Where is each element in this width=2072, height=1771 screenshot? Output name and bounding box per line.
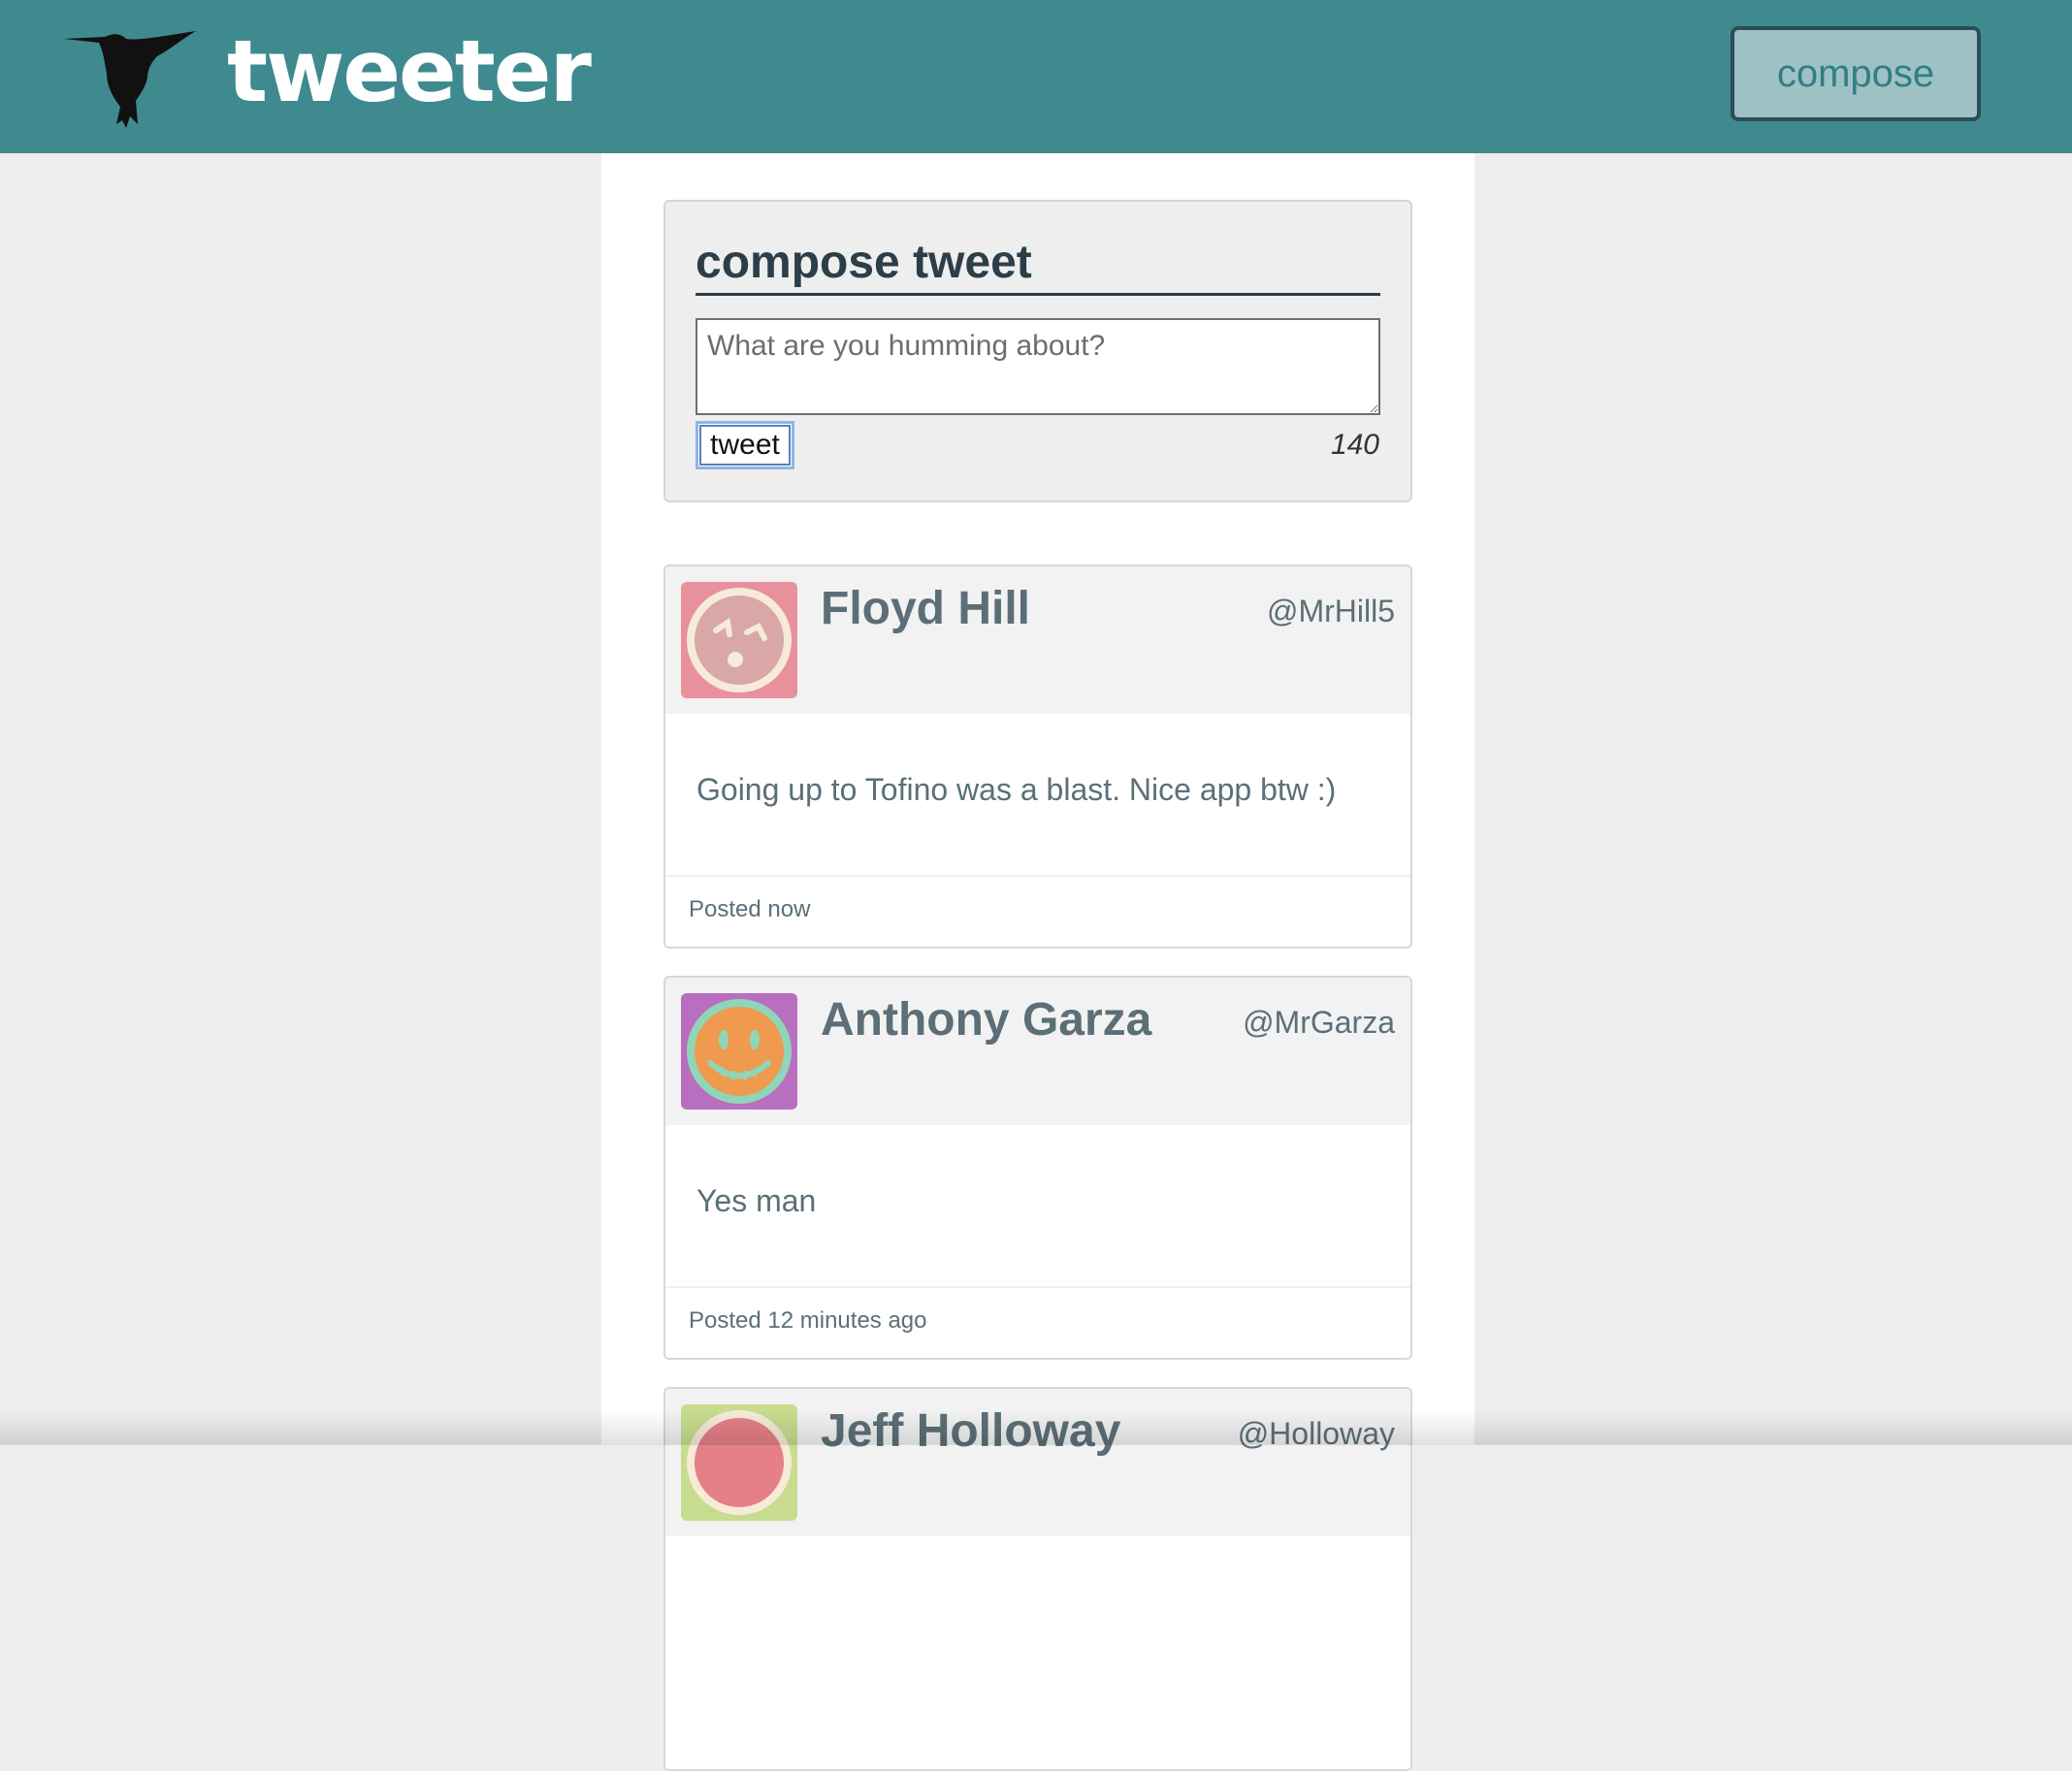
avatar	[681, 1404, 797, 1521]
avatar	[681, 582, 797, 698]
tweet-footer: Posted 12 minutes ago	[665, 1286, 1410, 1358]
tweet-submit-button[interactable]: tweet	[696, 421, 794, 469]
tweet-author-name: Jeff Holloway	[821, 1405, 1121, 1457]
tweet-card: Anthony Garza @MrGarza Yes man Posted 12…	[664, 976, 1412, 1360]
grinning-face-icon	[681, 993, 797, 1110]
tweet-author-handle: @MrHill5	[1266, 594, 1395, 628]
surprised-face-icon	[681, 582, 797, 698]
main-column: compose tweet tweet 140 Floyd Hill @MrHi…	[601, 153, 1474, 1771]
tweet-timestamp: Posted now	[689, 896, 811, 922]
tweet-timestamp: Posted 12 minutes ago	[689, 1307, 927, 1334]
tweet-author-handle: @MrGarza	[1243, 1005, 1395, 1040]
tweet-author-handle: @Holloway	[1237, 1416, 1395, 1451]
compose-tweet-panel: compose tweet tweet 140	[664, 200, 1412, 502]
tweet-footer: Posted now	[665, 875, 1410, 947]
tweet-header: Anthony Garza @MrGarza	[665, 978, 1410, 1125]
tweet-content: Yes man	[696, 1183, 817, 1218]
tweet-card: Jeff Holloway @Holloway	[664, 1387, 1412, 1771]
top-nav: tweeter compose	[0, 0, 2072, 153]
tweet-header: Jeff Holloway @Holloway	[665, 1389, 1410, 1536]
tweet-author-name: Floyd Hill	[821, 583, 1030, 634]
avatar	[681, 993, 797, 1110]
tweet-author-name: Anthony Garza	[821, 994, 1152, 1046]
character-counter: 140	[1330, 429, 1379, 461]
nav-compose-button[interactable]: compose	[1731, 26, 1981, 121]
brand-title[interactable]: tweeter	[227, 29, 592, 114]
face-icon	[681, 1404, 797, 1521]
tweet-card: Floyd Hill @MrHill5 Going up to Tofino w…	[664, 564, 1412, 949]
hummingbird-logo-icon	[64, 31, 196, 128]
compose-title: compose tweet	[696, 233, 1380, 296]
tweet-header: Floyd Hill @MrHill5	[665, 566, 1410, 714]
tweet-content: Going up to Tofino was a blast. Nice app…	[696, 772, 1337, 807]
tweet-text-input[interactable]	[696, 318, 1380, 415]
